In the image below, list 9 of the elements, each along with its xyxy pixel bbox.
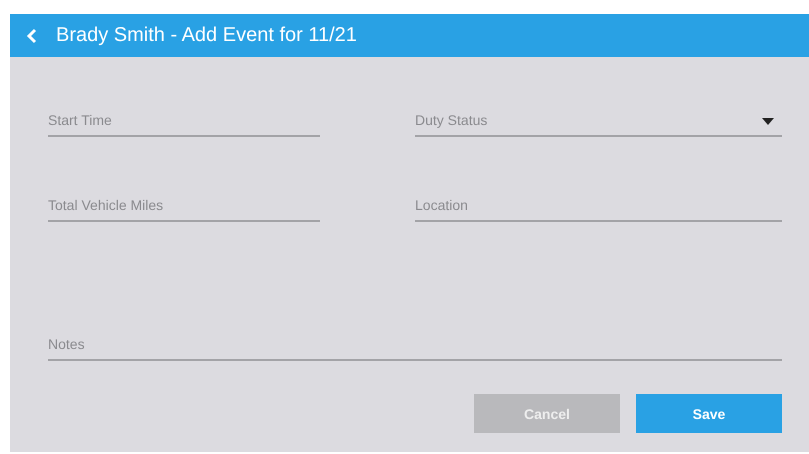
back-icon[interactable] — [26, 28, 38, 44]
input-field[interactable]: Location — [415, 190, 782, 222]
caret-icon — [762, 118, 774, 125]
input-field[interactable]: Total Vehicle Miles — [48, 190, 320, 222]
save-button[interactable]: Save — [636, 394, 782, 433]
dropdown-field[interactable]: Duty Status — [415, 105, 782, 137]
input-field[interactable]: Notes — [48, 329, 782, 361]
input-field[interactable]: Start Time — [48, 105, 320, 137]
page-title: Brady Smith - Add Event for 11/21 — [56, 24, 357, 47]
